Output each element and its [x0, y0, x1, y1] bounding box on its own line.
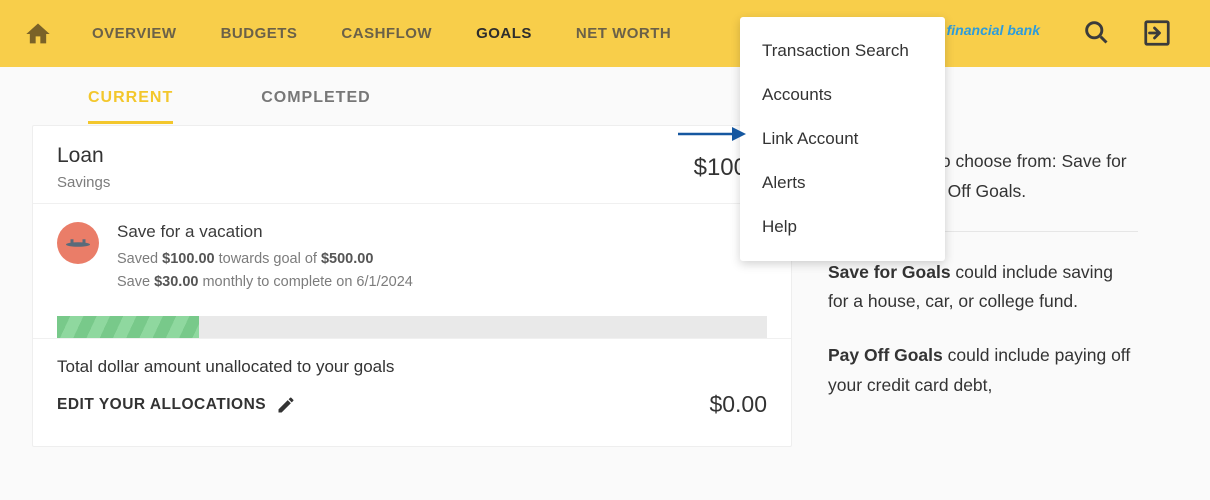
help-paragraph-payoff: Pay Off Goals could include paying off y…: [828, 341, 1138, 401]
annotation-arrow-icon: [676, 124, 746, 144]
unallocated-amount: $0.00: [709, 391, 767, 418]
help-paragraph-save: Save for Goals could include saving for …: [828, 258, 1138, 318]
pencil-icon: [276, 395, 296, 415]
vacation-icon: [57, 222, 99, 264]
goal-progress-bar: [57, 316, 767, 338]
more-menu-dropdown: Transaction Search Accounts Link Account…: [740, 17, 945, 261]
goals-card: Loan Savings $100.0 Save for a vacation …: [32, 125, 792, 447]
goal-tabs: CURRENT COMPLETED: [32, 67, 792, 124]
search-icon[interactable]: [1082, 18, 1110, 46]
nav-networth[interactable]: NET WORTH: [576, 25, 671, 42]
tab-current[interactable]: CURRENT: [88, 89, 173, 124]
goal-category-subtitle: Savings: [57, 174, 110, 191]
goal-category-title: Loan: [57, 144, 110, 168]
tab-completed[interactable]: COMPLETED: [261, 89, 370, 124]
menu-help[interactable]: Help: [740, 205, 945, 249]
unallocated-label: Total dollar amount unallocated to your …: [57, 357, 767, 377]
goal-item-title: Save for a vacation: [117, 222, 413, 242]
logout-icon[interactable]: [1142, 18, 1172, 48]
goal-item-progress-text: Saved $100.00 towards goal of $500.00: [117, 248, 413, 271]
top-nav-bar: OVERVIEW BUDGETS CASHFLOW GOALS NET WORT…: [0, 0, 1210, 67]
nav-budgets[interactable]: BUDGETS: [221, 25, 298, 42]
home-icon[interactable]: [24, 20, 52, 48]
goal-progress-fill: [57, 316, 199, 338]
edit-allocations-button[interactable]: EDIT YOUR ALLOCATIONS: [57, 395, 296, 415]
goal-item-plan-text: Save $30.00 monthly to complete on 6/1/2…: [117, 271, 413, 294]
menu-link-account[interactable]: Link Account: [740, 117, 945, 161]
nav-overview[interactable]: OVERVIEW: [92, 25, 177, 42]
menu-transaction-search[interactable]: Transaction Search: [740, 29, 945, 73]
nav-goals[interactable]: GOALS: [476, 25, 532, 42]
nav-cashflow[interactable]: CASHFLOW: [341, 25, 432, 42]
goal-item-row[interactable]: Save for a vacation Saved $100.00 toward…: [33, 203, 791, 312]
menu-accounts[interactable]: Accounts: [740, 73, 945, 117]
allocations-footer: Total dollar amount unallocated to your …: [33, 338, 791, 446]
primary-nav: OVERVIEW BUDGETS CASHFLOW GOALS NET WORT…: [92, 25, 671, 42]
menu-alerts[interactable]: Alerts: [740, 161, 945, 205]
